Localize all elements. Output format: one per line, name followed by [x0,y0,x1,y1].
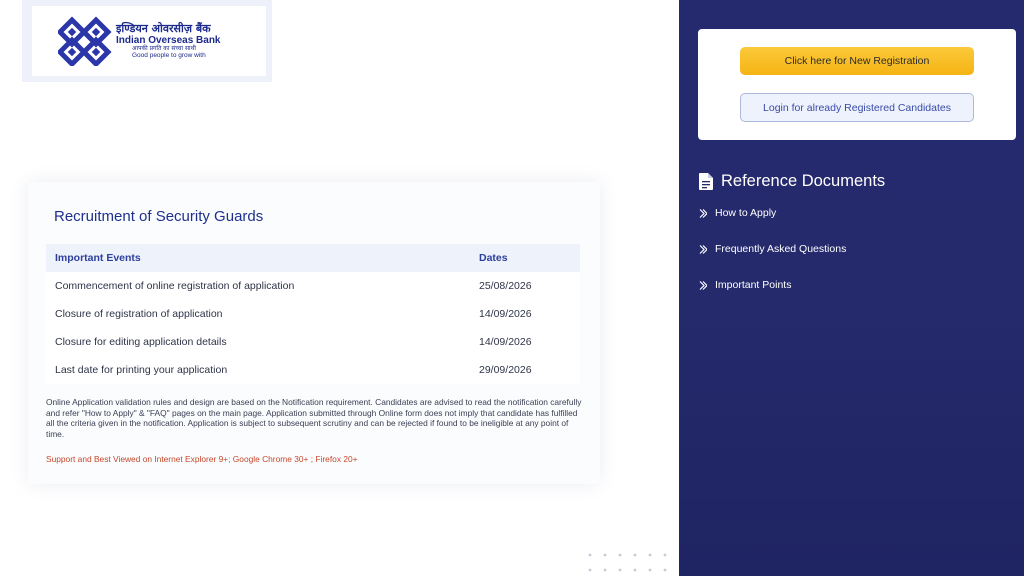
browser-support-note: Support and Best Viewed on Internet Expl… [46,454,358,464]
event-name: Last date for printing your application [46,356,470,384]
link-important-points[interactable]: Important Points [699,279,791,291]
event-name: Closure of registration of application [46,300,470,328]
table-row: Closure of registration of application 1… [46,300,580,328]
logo[interactable]: इण्डियन ओवरसीज़ बैंक Indian Overseas Ban… [32,6,266,76]
new-registration-button[interactable]: Click here for New Registration [740,47,974,75]
table-header-row: Important Events Dates [46,244,580,272]
recruitment-card: Recruitment of Security Guards Important… [28,182,600,484]
header-dates: Dates [470,244,580,272]
logo-card: इण्डियन ओवरसीज़ बैंक Indian Overseas Ban… [22,0,272,82]
important-events-table: Important Events Dates Commencement of o… [46,244,580,384]
event-date: 14/09/2026 [470,300,580,328]
logo-hindi-name: इण्डियन ओवरसीज़ बैंक [116,21,211,35]
table-row: Commencement of online registration of a… [46,272,580,300]
link-label: Frequently Asked Questions [715,243,847,255]
table-row: Closure for editing application details … [46,328,580,356]
link-faq[interactable]: Frequently Asked Questions [699,243,846,255]
login-registered-button[interactable]: Login for already Registered Candidates [740,93,974,122]
validation-note: Online Application validation rules and … [46,397,582,440]
chevron-right-icon [699,244,707,254]
document-icon [699,173,713,190]
event-date: 25/08/2026 [470,272,580,300]
event-date: 29/09/2026 [470,356,580,384]
link-label: Important Points [715,279,792,291]
chevron-right-icon [699,208,707,218]
event-date: 14/09/2026 [470,328,580,356]
reference-documents-heading: Reference Documents [699,172,885,191]
right-panel: Click here for New Registration Login fo… [679,0,1024,576]
link-label: How to Apply [715,207,777,219]
header-important-events: Important Events [46,244,470,272]
iob-logo-icon [58,16,112,66]
event-name: Closure for editing application details [46,328,470,356]
logo-tagline-hindi: आपकी प्रगति का सच्चा साथी [132,44,196,52]
page-title: Recruitment of Security Guards [54,208,264,225]
event-name: Commencement of online registration of a… [46,272,470,300]
reference-documents-title: Reference Documents [721,172,886,190]
logo-tagline-english: Good people to grow with [132,52,206,60]
chevron-right-icon [699,280,707,290]
link-how-to-apply[interactable]: How to Apply [699,207,776,219]
table-row: Last date for printing your application … [46,356,580,384]
dot-grid-icon [588,553,667,572]
registration-box: Click here for New Registration Login fo… [698,29,1016,140]
